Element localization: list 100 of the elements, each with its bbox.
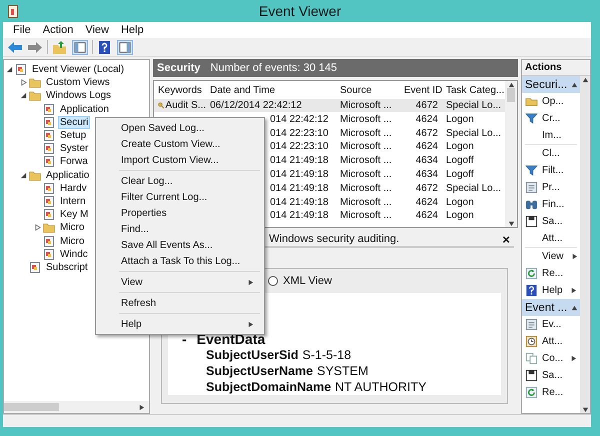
section-header[interactable]: Securi...	[522, 76, 580, 93]
menu-item[interactable]: Action	[36, 24, 80, 36]
tree-item[interactable]: Windows Logs	[44, 89, 114, 102]
submenu-arrow-icon[interactable]	[247, 278, 254, 286]
menu-item[interactable]: Help	[98, 316, 262, 332]
menu-item[interactable]: Filter Current Log...	[98, 189, 262, 205]
menu-item[interactable]: Save All Events As...	[98, 237, 262, 253]
collapse-toggle[interactable]: -	[182, 331, 187, 347]
scrollbar-thumb[interactable]	[507, 88, 515, 102]
section-header[interactable]: Event ...	[522, 299, 580, 316]
menu-item[interactable]: Find...	[98, 221, 262, 237]
pane-command[interactable]: Cl...	[522, 145, 580, 162]
tree-item[interactable]: Key M	[58, 208, 90, 222]
table-cell-text: 06/12/2014 22:42:12	[209, 100, 303, 111]
scroll-down-icon[interactable]	[508, 220, 514, 227]
scrollbar-thumb[interactable]	[4, 403, 59, 411]
collapse-caret-icon[interactable]	[571, 304, 578, 311]
tree-item[interactable]: Subscript	[44, 260, 90, 274]
menu-item[interactable]: File	[7, 24, 37, 36]
tree-item[interactable]: Syster	[58, 142, 90, 156]
menu-item[interactable]: Import Custom View...	[98, 152, 262, 168]
scroll-down-icon[interactable]	[582, 406, 588, 413]
close-button[interactable]: ×	[498, 232, 514, 246]
collapse-arrow-icon[interactable]	[20, 92, 27, 100]
app-icon	[8, 5, 18, 18]
xml-view-radio[interactable]: XML View	[268, 275, 332, 287]
submenu-arrow-icon[interactable]	[247, 320, 254, 328]
table-cell-text: Microsoft ...	[339, 141, 393, 152]
tree-item[interactable]: Event Viewer (Local)	[30, 63, 126, 76]
pane-command[interactable]: Sa...	[522, 213, 580, 230]
forward-arrow-icon[interactable]	[27, 40, 43, 54]
tree-item[interactable]: Applicatio	[44, 168, 92, 182]
pane-icon[interactable]	[117, 40, 133, 54]
pane-command[interactable]: Im...	[522, 127, 580, 144]
log-icon	[43, 209, 55, 220]
pane-command[interactable]: Fin...	[522, 196, 580, 213]
tree-item[interactable]: Securi	[58, 116, 90, 129]
pane-command[interactable]: Cr...	[522, 110, 580, 127]
field-name: SubjectUserName	[206, 363, 313, 379]
submenu-arrow-icon[interactable]	[570, 287, 577, 294]
pane-command[interactable]: Co...	[522, 350, 580, 367]
table-cell-text: 4634	[414, 168, 439, 180]
collapse-arrow-icon[interactable]	[20, 172, 27, 179]
pane-command[interactable]: Re...	[522, 384, 580, 401]
menu-item[interactable]: Refresh	[98, 295, 262, 311]
scroll-right-icon[interactable]	[138, 404, 145, 410]
table-cell-text: Microsoft ...	[339, 114, 393, 125]
pane-command[interactable]: Re...	[522, 265, 580, 282]
collapse-arrow-icon[interactable]	[6, 66, 13, 74]
menu-item[interactable]: Open Saved Log...	[98, 120, 262, 136]
pane-command[interactable]: Att...	[522, 230, 580, 247]
column-header[interactable]: Task Categ...	[442, 85, 505, 96]
pane-command[interactable]: Sa...	[522, 367, 580, 384]
column-header[interactable]: Date and Time	[206, 85, 336, 96]
tree-item[interactable]: Application	[58, 102, 111, 116]
pane-command[interactable]: Help	[522, 282, 580, 299]
menu-item[interactable]: Properties	[98, 205, 262, 221]
log-icon	[43, 156, 55, 168]
table-cell-text: 4672	[414, 182, 439, 194]
submenu-arrow-icon[interactable]	[570, 253, 578, 260]
pane-command[interactable]: Att...	[522, 333, 580, 350]
submenu-arrow-icon[interactable]	[570, 355, 578, 362]
field-name: SubjectUserSid	[206, 347, 298, 363]
scroll-up-icon[interactable]	[508, 80, 514, 88]
help-icon[interactable]	[97, 40, 113, 54]
pane-command[interactable]: View	[522, 248, 580, 265]
tree-item[interactable]: Forwa	[58, 155, 90, 168]
pane-command[interactable]: Pr...	[522, 179, 580, 196]
table-cell-text: 4624	[414, 210, 439, 222]
table-cell-text: 014 22:23:10	[269, 128, 330, 139]
tree-item[interactable]: Windc	[58, 248, 90, 261]
pane-command[interactable]: Op...	[522, 93, 580, 110]
table-cell-text: Logon	[445, 196, 475, 208]
expand-arrow-icon[interactable]	[34, 224, 41, 232]
tree-item[interactable]: Setup	[58, 129, 88, 142]
table-cell-text: Logon	[445, 114, 475, 125]
menu-item[interactable]: Help	[114, 24, 150, 36]
column-header[interactable]: Event ID	[400, 85, 442, 96]
back-arrow-icon[interactable]	[7, 40, 23, 54]
column-header[interactable]: Source	[336, 85, 400, 96]
menu-item[interactable]: Attach a Task To this Log...	[98, 253, 262, 269]
table-cell-text: Microsoft ...	[339, 210, 393, 222]
collapse-caret-icon[interactable]	[571, 81, 578, 88]
table-cell-text: 4624	[414, 196, 439, 208]
menu-item[interactable]: Create Custom View...	[98, 136, 262, 152]
folder-up-icon[interactable]	[52, 40, 68, 54]
pane-command[interactable]: Filt...	[522, 162, 580, 179]
pane-command[interactable]: Ev...	[522, 316, 580, 333]
column-header[interactable]: Keywords	[154, 85, 206, 96]
tree-item[interactable]: Hardv	[58, 182, 89, 195]
menu-item[interactable]: View	[98, 274, 262, 290]
menu-item[interactable]: Clear Log...	[98, 173, 262, 189]
expand-arrow-icon[interactable]	[20, 79, 27, 86]
table-cell-text: Special Lo...	[445, 182, 502, 194]
tree-item[interactable]: Micro	[58, 234, 86, 248]
pane-icon[interactable]	[72, 40, 88, 54]
tree-item[interactable]: Micro	[58, 221, 86, 234]
menu-item[interactable]: View	[79, 24, 115, 36]
tree-item[interactable]: Custom Views	[44, 76, 112, 90]
tree-item[interactable]: Intern	[58, 194, 88, 208]
